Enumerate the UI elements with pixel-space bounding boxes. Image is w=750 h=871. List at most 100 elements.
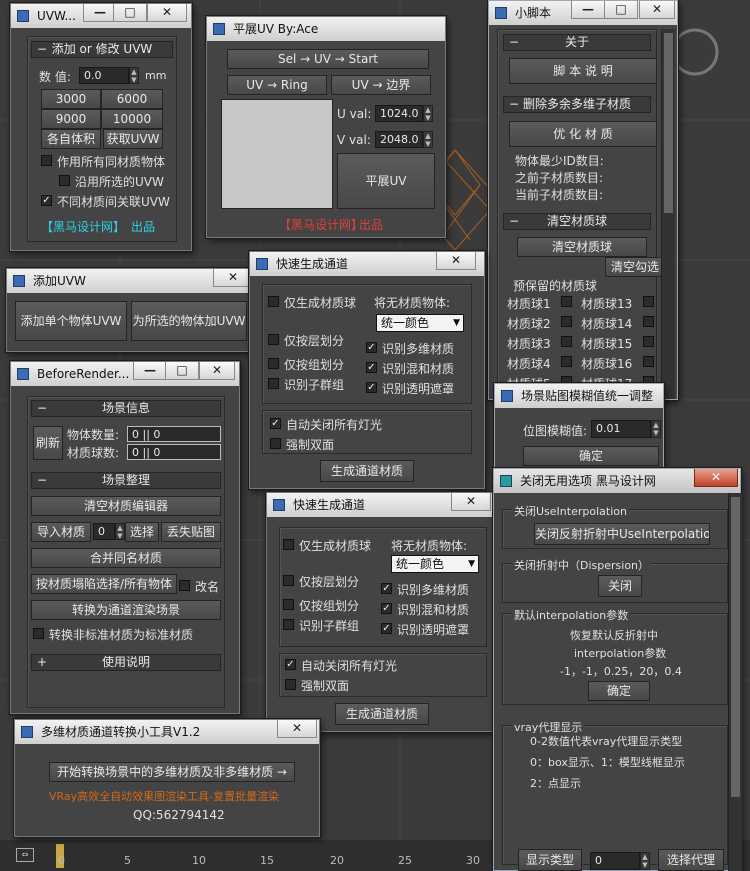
checkbox[interactable]	[268, 358, 279, 369]
checkbox[interactable]	[268, 378, 279, 389]
checkbox[interactable]: ✓	[381, 583, 392, 594]
rollout-header[interactable]: − 添加 or 修改 UVW	[31, 41, 173, 58]
checkbox[interactable]: ✓	[381, 623, 392, 634]
start-convert-button[interactable]: 开始转换场景中的多维材质及非多维材质 →	[49, 762, 295, 782]
import-material-button[interactable]: 导入材质	[31, 522, 91, 542]
select-button[interactable]: 选择	[125, 522, 159, 542]
u-value-field[interactable]: 1024.0	[375, 105, 423, 122]
scrollbar[interactable]	[728, 493, 742, 871]
script-about-button[interactable]: 脚 本 说 明	[509, 58, 657, 84]
rollout-scene-cleanup[interactable]: − 场景整理	[31, 472, 221, 489]
checkbox[interactable]	[41, 155, 52, 166]
checkbox[interactable]: ✓	[41, 195, 52, 206]
rollout-delete-submaterials[interactable]: − 删除多余多维子材质	[503, 96, 651, 113]
v-value-field[interactable]: 2048.0	[375, 131, 423, 148]
checkbox[interactable]: ✓	[381, 603, 392, 614]
material-slot-checkbox[interactable]	[561, 356, 572, 367]
close-button[interactable]: ✕	[451, 493, 491, 511]
rollout-scene-info[interactable]: − 场景信息	[31, 400, 221, 417]
checkbox[interactable]	[59, 175, 70, 186]
uv-border-button[interactable]: UV → 边界	[331, 75, 431, 95]
close-button[interactable]: ✕	[199, 362, 235, 380]
blur-ok-button[interactable]: 确定	[523, 446, 659, 466]
scrollbar[interactable]	[661, 29, 675, 399]
rollout-usage[interactable]: + 使用说明	[31, 654, 221, 671]
generate-channel-button[interactable]: 生成通道材质	[320, 460, 414, 482]
checkbox[interactable]: ✓	[285, 659, 296, 670]
clear-material-editor-button[interactable]: 清空材质编辑器	[31, 496, 221, 516]
maximize-button[interactable]: □	[604, 1, 638, 19]
close-button[interactable]: ✕	[436, 252, 476, 270]
minimize-button[interactable]: —	[133, 362, 167, 380]
maximize-button[interactable]: □	[113, 4, 147, 22]
v-spinner[interactable]: ▲ ▼	[423, 131, 433, 148]
preset-6000-button[interactable]: 6000	[101, 89, 163, 109]
clear-checked-button[interactable]: 清空勾选	[605, 257, 665, 277]
import-index-field[interactable]: 0	[93, 523, 115, 540]
missing-maps-button[interactable]: 丢失贴图	[161, 522, 221, 542]
get-uvw-button[interactable]: 获取UVW	[103, 129, 163, 149]
checkbox[interactable]	[283, 619, 294, 630]
display-type-field[interactable]: 0	[590, 852, 640, 870]
checkbox[interactable]: ✓	[270, 418, 281, 429]
checkbox[interactable]	[268, 296, 279, 307]
material-slot-checkbox[interactable]	[561, 296, 572, 307]
material-slot-checkbox[interactable]	[643, 356, 654, 367]
material-slot-checkbox[interactable]	[643, 296, 654, 307]
checkbox[interactable]: ✓	[366, 382, 377, 393]
color-dropdown[interactable]: 统一颜色 ▼	[391, 555, 479, 573]
timeline-icon[interactable]: ⇔	[16, 848, 34, 862]
rollout-clear-materials[interactable]: − 清空材质球	[503, 213, 651, 230]
bitmap-blur-titlebar[interactable]: 场景贴图模糊值统一调整	[495, 384, 663, 408]
multi-material-titlebar[interactable]: 多维材质通道转换小工具V1.2	[15, 720, 319, 744]
checkbox[interactable]	[270, 438, 281, 449]
value-spinner[interactable]: ▲ ▼	[129, 67, 139, 84]
restore-ok-button[interactable]: 确定	[588, 681, 650, 701]
add-single-uvw-button[interactable]: 添加单个物体UVW	[15, 301, 127, 341]
uv-ring-button[interactable]: UV → Ring	[227, 75, 327, 95]
blur-value-field[interactable]: 0.01	[591, 420, 651, 438]
convert-channel-scene-button[interactable]: 转换为通道渲染场景	[31, 600, 221, 620]
preset-9000-button[interactable]: 9000	[41, 109, 101, 129]
checkbox[interactable]	[179, 580, 190, 591]
material-slot-checkbox[interactable]	[643, 316, 654, 327]
close-button[interactable]: ✕	[694, 469, 738, 487]
close-button[interactable]: ✕	[277, 720, 317, 738]
add-selected-uvw-button[interactable]: 为所选的物体加UVW	[131, 301, 247, 341]
checkbox[interactable]	[283, 599, 294, 610]
preset-3000-button[interactable]: 3000	[41, 89, 101, 109]
display-type-button[interactable]: 显示类型	[518, 849, 582, 871]
material-slot-checkbox[interactable]	[561, 336, 572, 347]
flatten-uv-button[interactable]: 平展UV	[337, 153, 435, 209]
checkbox[interactable]: ✓	[366, 342, 377, 353]
checkbox[interactable]: ✓	[366, 362, 377, 373]
checkbox[interactable]	[283, 575, 294, 586]
sel-uv-start-button[interactable]: Sel → UV → Start	[227, 49, 429, 69]
color-dropdown[interactable]: 统一颜色 ▼	[376, 314, 464, 332]
preset-10000-button[interactable]: 10000	[101, 109, 163, 129]
minimize-button[interactable]: —	[571, 1, 605, 19]
minimize-button[interactable]: —	[83, 4, 117, 22]
checkbox[interactable]	[283, 539, 294, 550]
close-button[interactable]: ✕	[213, 269, 253, 287]
optimize-material-button[interactable]: 优 化 材 质	[509, 121, 657, 147]
rollout-about[interactable]: − 关于	[503, 34, 651, 51]
maximize-button[interactable]: □	[165, 362, 199, 380]
u-spinner[interactable]: ▲ ▼	[423, 105, 433, 122]
collapse-by-material-button[interactable]: 按材质塌陷选择/所有物体	[31, 574, 177, 594]
value-field[interactable]: 0.0	[79, 67, 129, 84]
material-slot-checkbox[interactable]	[561, 316, 572, 327]
flat-uv-titlebar[interactable]: 平展UV By:Ace	[207, 17, 445, 41]
checkbox[interactable]	[33, 628, 44, 639]
close-button[interactable]: ✕	[639, 1, 675, 19]
close-dispersion-button[interactable]: 关闭	[598, 575, 642, 597]
each-volume-button[interactable]: 各自体积	[41, 129, 101, 149]
display-type-spinner[interactable]: ▲ ▼	[640, 852, 650, 870]
checkbox[interactable]	[285, 679, 296, 690]
close-button[interactable]: ✕	[147, 4, 187, 22]
generate-channel-button[interactable]: 生成通道材质	[335, 703, 429, 725]
select-proxy-button[interactable]: 选择代理	[658, 849, 724, 871]
material-slot-checkbox[interactable]	[643, 336, 654, 347]
merge-same-name-button[interactable]: 合并同名材质	[31, 548, 221, 568]
import-index-spinner[interactable]: ▲ ▼	[115, 523, 125, 540]
